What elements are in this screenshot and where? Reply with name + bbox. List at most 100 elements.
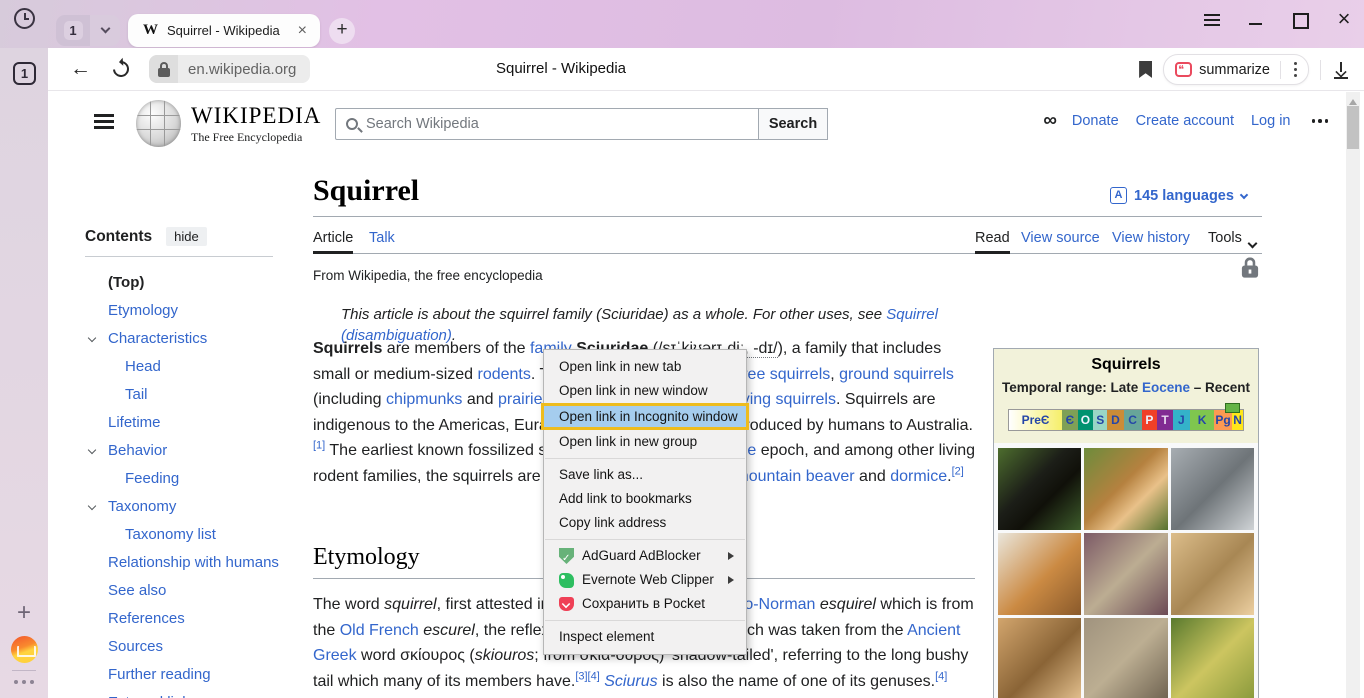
lock-icon — [158, 68, 170, 77]
timescale-precambrian[interactable]: PreЄ — [1009, 410, 1062, 430]
menu-item-adguard[interactable]: AdGuard AdBlocker — [544, 544, 746, 568]
chevron-down-icon[interactable] — [88, 502, 96, 510]
timescale-cambrian[interactable]: Є — [1062, 410, 1078, 430]
tab-read[interactable]: Read — [975, 230, 1010, 254]
timescale-paleogene[interactable]: Pg — [1214, 410, 1232, 430]
chevron-down-icon[interactable] — [88, 334, 96, 342]
timescale-permian[interactable]: P — [1142, 410, 1158, 430]
scrollbar-up-icon[interactable] — [1349, 95, 1357, 105]
timescale-triassic[interactable]: T — [1157, 410, 1173, 430]
rail-tab-counter[interactable]: 1 — [13, 62, 36, 85]
browser-menu-icon[interactable] — [1202, 10, 1222, 30]
timescale-cretaceous[interactable]: K — [1190, 410, 1214, 430]
squirrel-photo[interactable] — [998, 533, 1081, 615]
menu-item-open-new-tab[interactable]: Open link in new tab — [544, 355, 746, 379]
menu-item-open-new-group[interactable]: Open link in new group — [544, 430, 746, 454]
summarize-button[interactable]: summarize — [1163, 54, 1309, 85]
squirrel-photo[interactable] — [998, 448, 1081, 530]
reload-icon[interactable] — [110, 58, 133, 81]
toc-item-external-links[interactable]: External links — [85, 689, 303, 698]
chevron-down-icon[interactable] — [88, 446, 96, 454]
squirrel-photo[interactable] — [1084, 618, 1167, 698]
toc-item-references[interactable]: References — [85, 605, 303, 633]
page-protected-icon[interactable] — [1242, 257, 1258, 277]
url-text[interactable]: en.wikipedia.org — [178, 61, 310, 78]
site-security[interactable] — [149, 55, 178, 83]
header-more-icon[interactable] — [1308, 119, 1329, 123]
tab-tools[interactable]: Tools — [1208, 230, 1242, 246]
menu-item-inspect-element[interactable]: Inspect element — [544, 625, 746, 649]
toc-item-etymology[interactable]: Etymology — [85, 297, 303, 325]
login-link[interactable]: Log in — [1251, 113, 1291, 129]
timescale-ordovician[interactable]: O — [1078, 410, 1094, 430]
donate-link[interactable]: Donate — [1072, 113, 1119, 129]
toc-item-feeding[interactable]: Feeding — [85, 465, 303, 493]
timescale-neogene[interactable]: N — [1232, 410, 1243, 430]
rail-add-icon[interactable]: + — [13, 603, 35, 625]
squirrel-photo[interactable] — [1171, 618, 1254, 698]
squirrel-photo[interactable] — [1084, 448, 1167, 530]
bookmark-icon[interactable] — [1139, 61, 1152, 78]
appearance-icon[interactable]: ∞ — [1043, 114, 1055, 128]
menu-item-add-link-to-bookmarks[interactable]: Add link to bookmarks — [544, 487, 746, 511]
temporal-range-marker — [1225, 403, 1240, 413]
wiki-search-input[interactable]: Search Wikipedia — [335, 108, 759, 140]
minimize-icon[interactable] — [1246, 10, 1266, 30]
yandex-mail-icon[interactable] — [11, 636, 38, 663]
languages-button[interactable]: A 145 languages — [1110, 187, 1247, 204]
toc-item-taxonomy-list[interactable]: Taxonomy list — [85, 521, 303, 549]
menu-item-evernote[interactable]: Evernote Web Clipper — [544, 568, 746, 592]
toc-item-further-reading[interactable]: Further reading — [85, 661, 303, 689]
toc-item-top[interactable]: (Top) — [85, 269, 303, 297]
timescale-carboniferous[interactable]: C — [1124, 410, 1142, 430]
maximize-icon[interactable] — [1290, 10, 1310, 30]
history-icon[interactable] — [14, 8, 35, 29]
tab-talk[interactable]: Talk — [369, 230, 395, 246]
toc-item-relationship[interactable]: Relationship with humans — [85, 549, 303, 577]
toc-item-tail[interactable]: Tail — [85, 381, 303, 409]
tab-group-switcher[interactable]: 1 — [56, 15, 120, 46]
tab-view-history[interactable]: View history — [1112, 230, 1190, 246]
create-account-link[interactable]: Create account — [1136, 113, 1234, 129]
back-icon[interactable]: ← — [70, 57, 91, 81]
menu-item-save-to-pocket[interactable]: Сохранить в Pocket — [544, 592, 746, 616]
menu-item-open-new-window[interactable]: Open link in new window — [544, 379, 746, 403]
wikipedia-logo[interactable]: WIKIPEDIA The Free Encyclopedia — [136, 100, 321, 147]
summarize-more-icon[interactable] — [1287, 58, 1304, 81]
squirrel-photo[interactable] — [1171, 533, 1254, 615]
tab-article[interactable]: Article — [313, 230, 353, 254]
close-tab-icon[interactable]: × — [295, 22, 310, 40]
toc-item-head[interactable]: Head — [85, 353, 303, 381]
rail-divider — [12, 670, 36, 671]
languages-label: 145 languages — [1134, 188, 1234, 204]
menu-item-save-link-as[interactable]: Save link as... — [544, 463, 746, 487]
timescale-silurian[interactable]: S — [1093, 410, 1107, 430]
squirrel-photo[interactable] — [1171, 448, 1254, 530]
page-scrollbar[interactable] — [1346, 92, 1360, 698]
toc-item-lifetime[interactable]: Lifetime — [85, 409, 303, 437]
toc-item-taxonomy[interactable]: Taxonomy — [85, 493, 303, 521]
tab-group-chevron[interactable] — [90, 15, 120, 46]
squirrel-photo[interactable] — [998, 618, 1081, 698]
toc-item-sources[interactable]: Sources — [85, 633, 303, 661]
wiki-search-button[interactable]: Search — [758, 108, 828, 140]
tab-view-source[interactable]: View source — [1021, 230, 1100, 246]
toc-item-behavior[interactable]: Behavior — [85, 437, 303, 465]
menu-item-open-incognito-window[interactable]: Open link in Incognito window — [541, 403, 749, 430]
toc-item-see-also[interactable]: See also — [85, 577, 303, 605]
scrollbar-thumb[interactable] — [1347, 106, 1359, 149]
toc-hide-button[interactable]: hide — [166, 227, 207, 246]
toc-item-characteristics[interactable]: Characteristics — [85, 325, 303, 353]
menu-item-copy-link-address[interactable]: Copy link address — [544, 511, 746, 535]
wiki-menu-icon[interactable] — [94, 114, 114, 129]
download-icon[interactable] — [1332, 61, 1350, 79]
active-tab[interactable]: W Squirrel - Wikipedia × — [128, 14, 320, 47]
rail-more-icon[interactable] — [14, 680, 34, 684]
new-tab-button[interactable]: + — [329, 18, 355, 44]
address-bar[interactable]: en.wikipedia.org — [149, 55, 310, 83]
squirrel-photo[interactable] — [1084, 533, 1167, 615]
timescale-devonian[interactable]: D — [1107, 410, 1123, 430]
timescale-jurassic[interactable]: J — [1173, 410, 1190, 430]
close-icon[interactable]: × — [1334, 10, 1354, 30]
window-controls: × — [1202, 8, 1354, 32]
